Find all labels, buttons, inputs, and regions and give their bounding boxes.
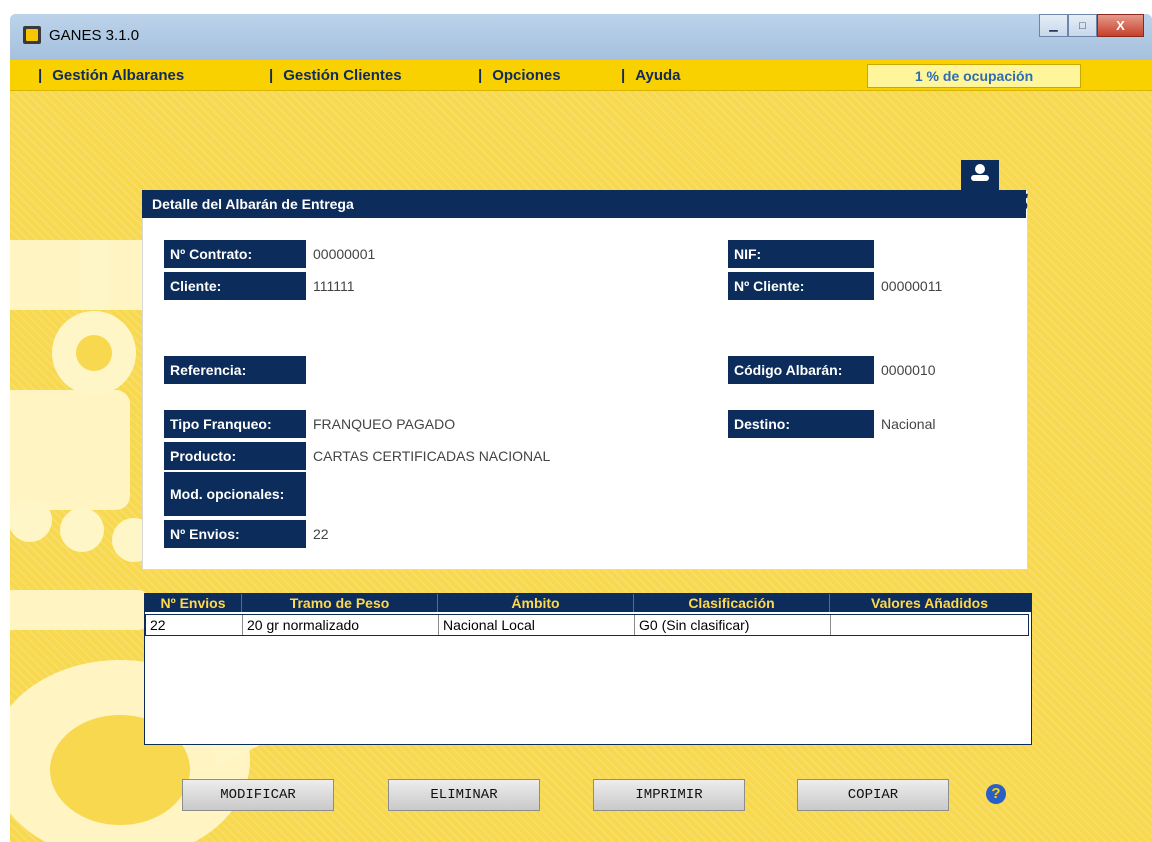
label-codigo-albaran: Código Albarán:	[728, 356, 874, 384]
close-button[interactable]: X	[1097, 14, 1144, 37]
value-contrato: 00000001	[313, 246, 376, 262]
ganes-logo: GANES	[946, 188, 1029, 217]
modificar-button[interactable]: MODIFICAR	[182, 779, 334, 811]
label-nif: NIF:	[728, 240, 874, 268]
menu-opciones[interactable]: | Opciones	[478, 67, 561, 84]
occupancy-indicator: 1 % de ocupación	[867, 64, 1081, 88]
app-window: GANES 3.1.0 ▁ □ X | Gestión Albaranes | …	[10, 14, 1152, 842]
value-tipo-franqueo: FRANQUEO PAGADO	[313, 416, 456, 432]
imprimir-button[interactable]: IMPRIMIR	[593, 779, 745, 811]
ganes-logo-emblem	[961, 160, 999, 190]
table-cell	[831, 615, 1028, 635]
value-cliente: 111111	[313, 278, 355, 294]
label-tipo-franqueo: Tipo Franqueo:	[164, 410, 306, 438]
client-area: | Gestión Albaranes | Gestión Clientes | Op…	[10, 60, 1152, 842]
envios-table: Nº Envios Tramo de Peso Ámbito Clasifica…	[144, 593, 1032, 745]
table-header: Nº Envios Tramo de Peso Ámbito Clasifica…	[145, 594, 1031, 612]
value-producto: CARTAS CERTIFICADAS NACIONAL	[313, 448, 551, 464]
copiar-button[interactable]: COPIAR	[797, 779, 949, 811]
table-header-cell[interactable]: Tramo de Peso	[242, 594, 438, 612]
table-header-cell[interactable]: Nº Envios	[145, 594, 242, 612]
label-num-cliente: Nº Cliente:	[728, 272, 874, 300]
label-mod-opcionales: Mod. opcionales:	[164, 472, 306, 516]
label-cliente: Cliente:	[164, 272, 306, 300]
label-producto: Producto:	[164, 442, 306, 470]
value-num-envios: 22	[313, 526, 329, 542]
panel-title: Detalle del Albarán de Entrega	[152, 196, 354, 212]
app-icon	[23, 26, 41, 44]
label-destino: Destino:	[728, 410, 874, 438]
table-header-cell[interactable]: Clasificación	[634, 594, 830, 612]
menu-gestion-albaranes[interactable]: | Gestión Albaranes	[38, 67, 184, 84]
minimize-button[interactable]: ▁	[1039, 14, 1068, 37]
table-cell: 20 gr normalizado	[243, 615, 439, 635]
value-codigo-albaran: 0000010	[881, 362, 936, 378]
table-row[interactable]: 22 20 gr normalizado Nacional Local G0 (…	[145, 614, 1029, 636]
label-referencia: Referencia:	[164, 356, 306, 384]
window-title: GANES 3.1.0	[49, 27, 140, 44]
panel-header: Detalle del Albarán de Entrega	[142, 190, 1026, 218]
table-cell: Nacional Local	[439, 615, 635, 635]
eliminar-button[interactable]: ELIMINAR	[388, 779, 540, 811]
table-cell: G0 (Sin clasificar)	[635, 615, 831, 635]
menu-gestion-clientes[interactable]: | Gestión Clientes	[269, 67, 402, 84]
title-bar[interactable]: GANES 3.1.0 ▁ □ X	[10, 14, 1152, 60]
menu-bar: | Gestión Albaranes | Gestión Clientes | Op…	[10, 60, 1152, 91]
table-header-cell[interactable]: Ámbito	[438, 594, 634, 612]
menu-ayuda[interactable]: | Ayuda	[621, 67, 681, 84]
table-header-cell[interactable]: Valores Añadidos	[830, 594, 1029, 612]
window-controls: ▁ □ X	[1039, 14, 1144, 37]
help-icon[interactable]: ?	[986, 784, 1006, 804]
maximize-button[interactable]: □	[1068, 14, 1097, 37]
value-num-cliente: 00000011	[881, 278, 943, 294]
label-contrato: Nº Contrato:	[164, 240, 306, 268]
value-destino: Nacional	[881, 416, 936, 432]
table-cell: 22	[146, 615, 243, 635]
label-num-envios: Nº Envios:	[164, 520, 306, 548]
